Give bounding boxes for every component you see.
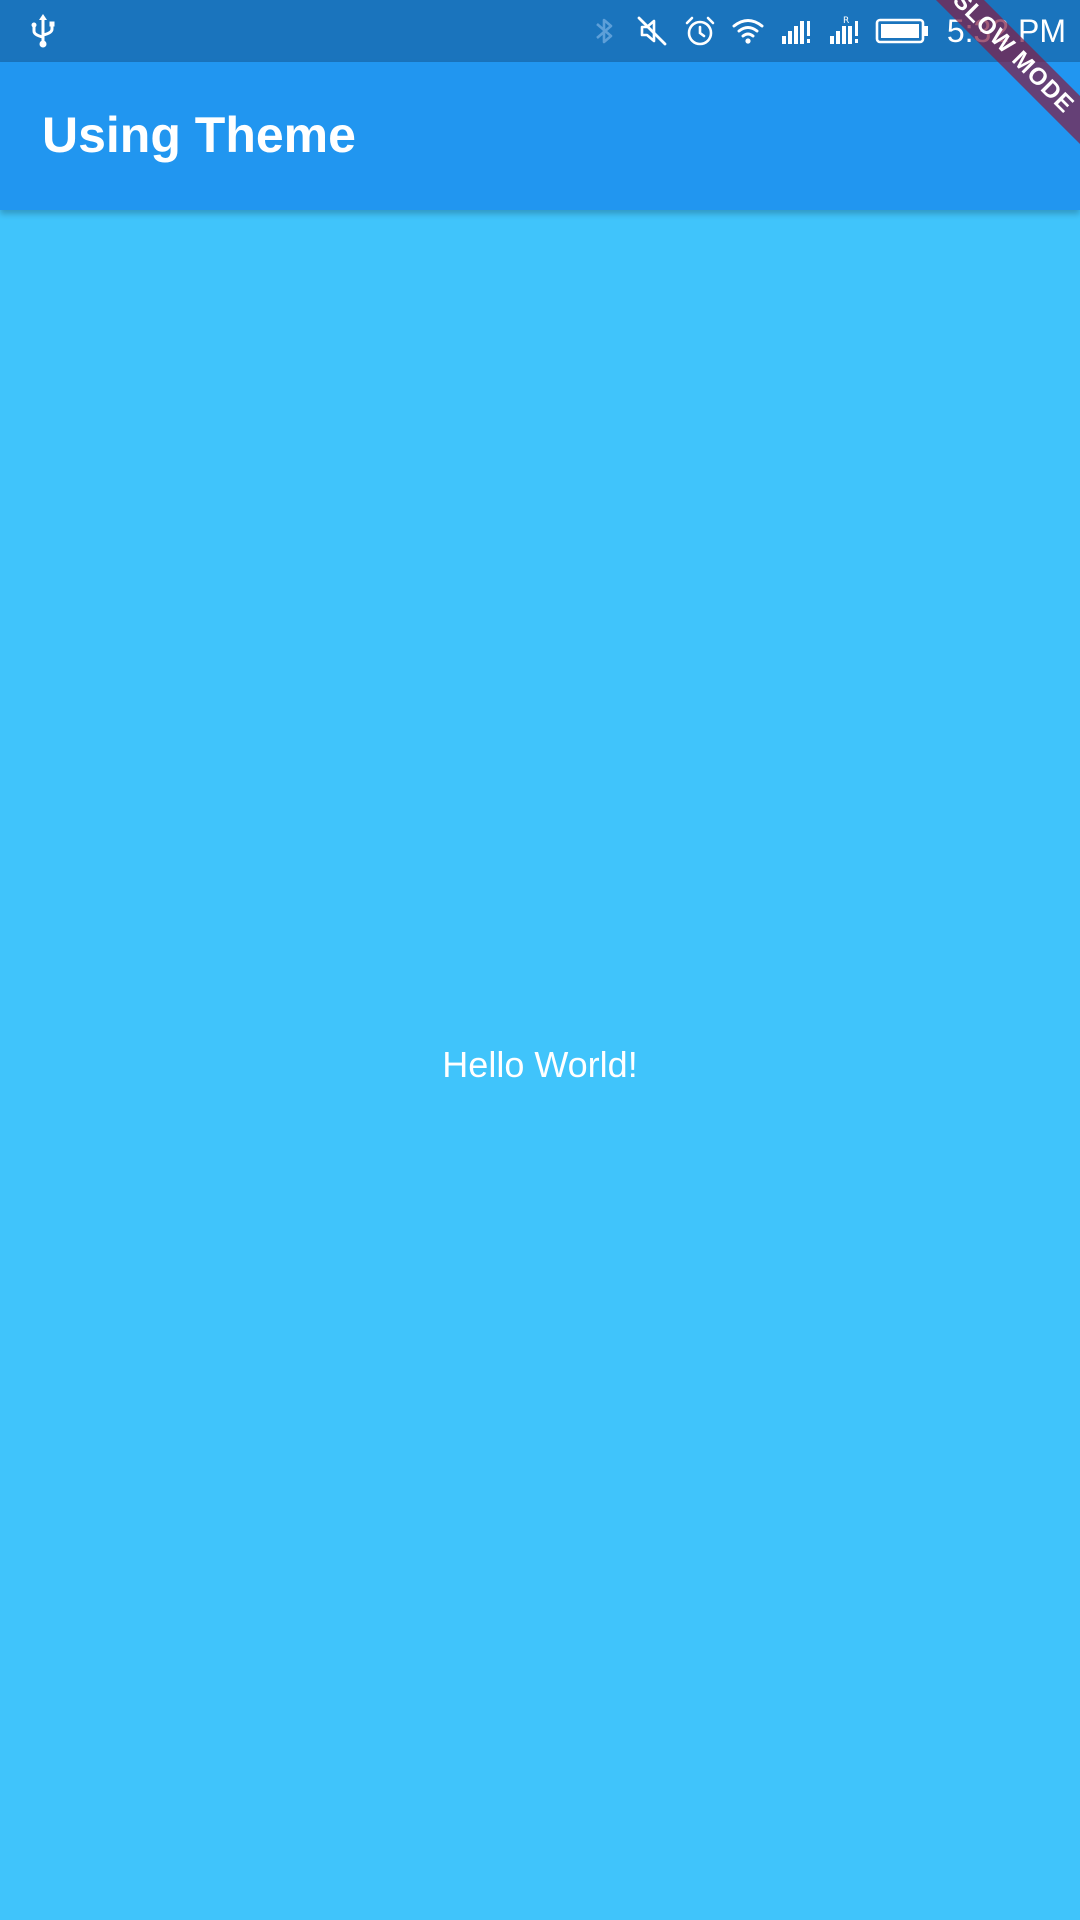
status-bar: R 5:32 PM	[0, 0, 1080, 62]
app-bar: Using Theme	[0, 62, 1080, 210]
debug-banner-label: SLOW MODE	[920, 0, 1080, 147]
body-content: Hello World!	[0, 210, 1080, 1920]
alarm-icon	[683, 14, 717, 48]
svg-text:R: R	[843, 16, 849, 26]
mute-icon	[635, 14, 669, 48]
wifi-icon	[731, 14, 765, 48]
app-bar-title: Using Theme	[42, 107, 356, 163]
usb-icon	[28, 14, 58, 48]
debug-banner: SLOW MODE	[920, 0, 1080, 160]
hello-text: Hello World!	[442, 1044, 638, 1085]
bluetooth-icon	[587, 14, 621, 48]
signal-icon	[779, 14, 813, 48]
signal-roaming-icon: R	[827, 14, 861, 48]
app-screen: R 5:32 PM Using Theme Hello World! SLOW …	[0, 0, 1080, 1920]
